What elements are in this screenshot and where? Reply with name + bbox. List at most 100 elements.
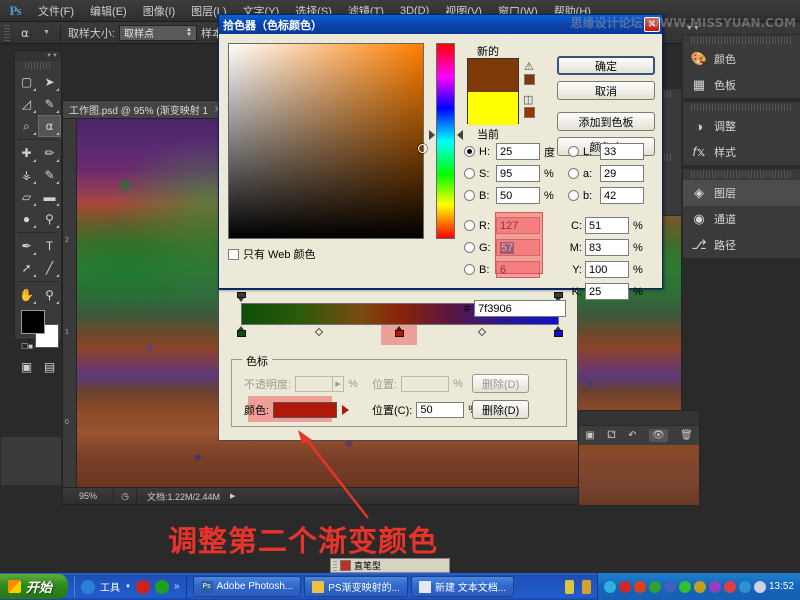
magenta-input[interactable]: 83	[585, 239, 629, 256]
yellow-input[interactable]: 100	[585, 261, 629, 278]
screen-mode-icon[interactable]: ▤	[38, 356, 61, 378]
blue-input[interactable]: 6	[496, 261, 540, 278]
chevron-down-icon[interactable]: ▼	[125, 584, 131, 590]
tray-icon-3[interactable]	[633, 580, 646, 593]
tool-path-selection[interactable]: ➚	[15, 257, 38, 279]
usb-icon-2[interactable]	[581, 579, 591, 594]
layer-style-icon[interactable]: ⚁	[607, 430, 616, 441]
green-input[interactable]: 57	[496, 239, 540, 256]
radio-brightness[interactable]	[464, 190, 475, 201]
radio-lightness[interactable]	[568, 146, 579, 157]
saturation-brightness-field[interactable]	[228, 43, 427, 239]
toolbar-grip[interactable]	[333, 560, 337, 571]
web-safe-warning-icon[interactable]: ◫	[523, 93, 533, 106]
ok-button[interactable]: 确定	[557, 56, 655, 75]
tool-history-brush[interactable]: ✎	[38, 164, 61, 186]
panel-grip[interactable]	[691, 37, 792, 44]
tool-clone-stamp[interactable]: ⚶	[15, 164, 38, 186]
zoom-level[interactable]: 95%	[67, 491, 109, 501]
tool-line[interactable]: ╱	[38, 257, 61, 279]
task-button-photoshop[interactable]: Ps Adobe Photosh...	[192, 576, 302, 597]
tool-move[interactable]: ➤	[38, 71, 61, 93]
tool-spot-healing[interactable]: ✚	[15, 142, 38, 164]
hex-input[interactable]: 7f3906	[474, 300, 567, 317]
opacity-input[interactable]	[295, 376, 334, 392]
tray-icon-8[interactable]	[708, 580, 721, 593]
tool-type[interactable]: T	[38, 235, 61, 257]
tool-hand[interactable]: ✋	[15, 284, 38, 306]
panel-tab-color[interactable]: 🎨 颜色	[683, 46, 800, 72]
web-safe-swatch[interactable]	[524, 107, 535, 118]
sample-size-select[interactable]: 取样点 ▲ ▼	[119, 24, 197, 41]
tool-lasso[interactable]: ◿	[15, 93, 38, 115]
menu-file[interactable]: 文件(F)	[30, 0, 82, 22]
radio-lab-a[interactable]	[568, 168, 579, 179]
tray-icon-7[interactable]	[693, 580, 706, 593]
radio-blue[interactable]	[464, 264, 475, 275]
tray-icon-1[interactable]	[603, 580, 616, 593]
web-colors-checkbox[interactable]	[228, 248, 239, 260]
tool-zoom[interactable]: ⚲	[38, 284, 61, 306]
collapse-icon[interactable]: ▼▼	[46, 53, 58, 59]
cancel-button[interactable]: 取消	[557, 81, 655, 100]
color-stop-middle-selected[interactable]	[395, 326, 404, 337]
opera-icon[interactable]	[135, 579, 150, 594]
quick-launch-expand-icon[interactable]: »	[174, 581, 180, 592]
chevron-down-icon[interactable]: ▼	[40, 29, 53, 36]
radio-red[interactable]	[464, 220, 475, 231]
tool-eyedropper[interactable]: ⍺	[38, 115, 61, 137]
tool-quick-selection[interactable]: ✎	[38, 93, 61, 115]
tray-icon-6[interactable]	[678, 580, 691, 593]
color-stop-end[interactable]	[554, 326, 563, 337]
lab-b-input[interactable]: 42	[600, 187, 644, 204]
lab-a-input[interactable]: 29	[600, 165, 644, 182]
panel-tab-channels[interactable]: ◉ 通道	[683, 206, 800, 232]
tool-crop[interactable]: ⌕	[15, 115, 38, 137]
tray-icon-11[interactable]	[753, 580, 766, 593]
ie-icon[interactable]	[81, 579, 96, 594]
current-color-swatch[interactable]	[468, 92, 518, 125]
hue-input[interactable]: 25	[496, 143, 540, 160]
tray-icon-10[interactable]	[738, 580, 751, 593]
saturation-input[interactable]: 95	[496, 165, 540, 182]
tool-rectangular-marquee[interactable]: ▢	[15, 71, 38, 93]
document-tab[interactable]: 工作图.psd @ 95% (渐变映射 1 ✕	[63, 101, 229, 118]
radio-green[interactable]	[464, 242, 475, 253]
panel-grip[interactable]	[691, 171, 792, 178]
panel-tab-swatches[interactable]: ▦ 色板	[683, 72, 800, 98]
radio-saturation[interactable]	[464, 168, 475, 179]
task-button-notepad[interactable]: 新建 文本文档...	[410, 576, 515, 597]
gradient-midpoint-right[interactable]	[477, 327, 487, 337]
taskbar-clock[interactable]: 13:52	[769, 581, 794, 592]
tool-pen[interactable]: ✒	[15, 235, 38, 257]
tool-blur[interactable]: ●	[15, 208, 38, 230]
delete-color-stop-button[interactable]: 删除(D)	[472, 400, 530, 419]
add-to-swatches-button[interactable]: 添加到色板	[557, 112, 655, 131]
start-button[interactable]: 开始	[0, 574, 69, 599]
black-input[interactable]: 25	[585, 283, 629, 300]
color-dropdown-arrow-icon[interactable]	[342, 405, 350, 415]
gradient-midpoint-left[interactable]	[314, 327, 324, 337]
opacity-stop-left[interactable]	[237, 292, 246, 302]
toolbox-grip[interactable]	[25, 62, 51, 69]
quick-mask-icon[interactable]: ▣	[15, 356, 38, 378]
brush-preset-icon[interactable]	[340, 560, 351, 571]
opacity-location-input[interactable]	[401, 376, 450, 392]
default-colors-icon[interactable]: ☐■	[21, 342, 33, 351]
tools-label[interactable]: 工具	[100, 579, 120, 594]
panel-tab-layers[interactable]: ◈ 图层	[683, 180, 800, 206]
menu-image[interactable]: 图像(I)	[135, 0, 183, 22]
delete-opacity-stop-button[interactable]: 删除(D)	[472, 374, 530, 393]
color-stop-swatch[interactable]	[273, 402, 338, 418]
tray-icon-5[interactable]	[663, 580, 676, 593]
web-colors-only-row[interactable]: 只有 Web 颜色	[228, 246, 316, 262]
gamut-warning-icon[interactable]: ⚠	[524, 60, 534, 73]
gamut-warning-swatch[interactable]	[524, 74, 535, 85]
color-stop-start[interactable]	[237, 326, 246, 337]
usb-icon-1[interactable]	[564, 579, 574, 594]
hue-slider[interactable]	[436, 43, 455, 239]
tool-eraser[interactable]: ▱	[15, 186, 38, 208]
opacity-spinner-icon[interactable]: ▶	[333, 376, 345, 392]
new-color-swatch[interactable]	[468, 59, 518, 92]
tray-icon-2[interactable]	[618, 580, 631, 593]
